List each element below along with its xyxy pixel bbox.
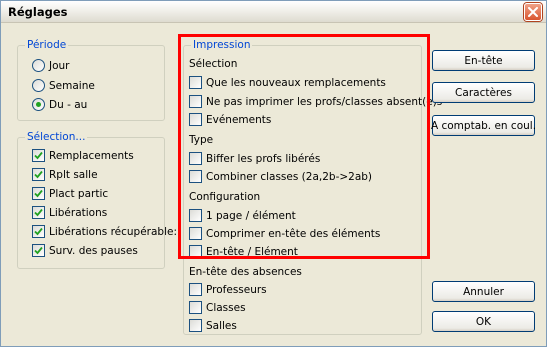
radio-button[interactable] [32, 59, 45, 72]
radio-du-au[interactable]: Du - au [32, 98, 87, 111]
checkbox[interactable] [189, 319, 202, 332]
checkbox-professeurs[interactable]: Professeurs [189, 283, 267, 296]
checkbox[interactable] [32, 149, 45, 162]
checkbox[interactable] [32, 206, 45, 219]
checkbox-label: Remplacements [49, 149, 134, 162]
check-icon [34, 227, 43, 236]
close-button[interactable] [524, 3, 542, 21]
radio-button[interactable] [32, 79, 45, 92]
impression-absences-heading: En-tête des absences [189, 266, 302, 278]
checkbox-label: Libérations [49, 206, 108, 219]
selection-legend: Sélection... [25, 131, 88, 143]
checkbox-label: Salles [206, 319, 237, 332]
checkbox-classes[interactable]: Classes [189, 301, 246, 314]
checkbox[interactable] [32, 225, 45, 238]
radio-selected-dot [36, 102, 41, 107]
check-icon [34, 151, 43, 160]
checkbox-label: Plact partic [49, 187, 109, 200]
radio-label: Du - au [49, 98, 88, 111]
radio-jour[interactable]: Jour [32, 59, 70, 72]
checkbox-plact-partic[interactable]: Plact partic [32, 187, 108, 200]
close-icon [528, 7, 538, 17]
checkbox-rplt-salle[interactable]: Rplt salle [32, 168, 98, 181]
checkbox[interactable] [189, 301, 202, 314]
periode-legend: Période [25, 39, 69, 51]
radio-label: Jour [49, 59, 70, 72]
checkbox[interactable] [32, 187, 45, 200]
check-icon [34, 208, 43, 217]
checkbox-label: Professeurs [206, 283, 267, 296]
check-icon [34, 170, 43, 179]
selection-group: Sélection... Remplacements Rplt salle Pl… [17, 131, 177, 269]
checkbox[interactable] [32, 244, 45, 257]
radio-semaine[interactable]: Semaine [32, 79, 95, 92]
checkbox-label: Classes [206, 301, 246, 314]
radio-button[interactable] [32, 98, 45, 111]
check-icon [34, 246, 43, 255]
annuler-button[interactable]: Annuler [432, 281, 535, 302]
checkbox-label: Libérations récupérable: [49, 225, 177, 238]
checkbox-liberations[interactable]: Libérations [32, 206, 107, 219]
window-title: Réglages [8, 5, 68, 19]
periode-group: Période Jour Semaine Du - au [17, 39, 165, 121]
checkbox-remplacements[interactable]: Remplacements [32, 149, 134, 162]
checkbox[interactable] [32, 168, 45, 181]
highlight-box [178, 34, 430, 259]
checkbox-surv-pauses[interactable]: Surv. des pauses [32, 244, 138, 257]
settings-dialog: Réglages Période Jour Semaine Du - au Sé… [0, 0, 547, 347]
check-icon [34, 189, 43, 198]
checkbox-salles[interactable]: Salles [189, 319, 237, 332]
title-bar[interactable]: Réglages [1, 1, 546, 23]
entete-button[interactable]: En-tête [432, 50, 535, 71]
comptab-couleur-button[interactable]: A comptab. en coul. [431, 115, 536, 136]
radio-label: Semaine [49, 79, 95, 92]
checkbox-label: Surv. des pauses [49, 244, 138, 257]
caracteres-button[interactable]: Caractères [432, 82, 535, 103]
ok-button[interactable]: OK [432, 311, 535, 332]
checkbox-label: Rplt salle [49, 168, 98, 181]
checkbox-liberations-recuperables[interactable]: Libérations récupérable: [32, 225, 177, 238]
checkbox[interactable] [189, 283, 202, 296]
